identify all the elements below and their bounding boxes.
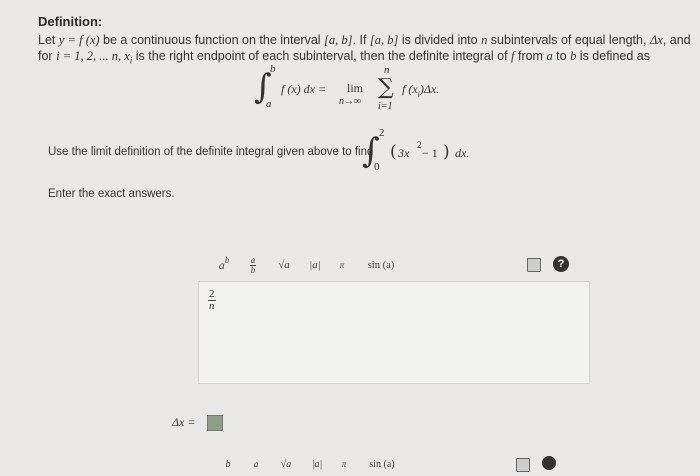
integrand-exponent: 2 [417,140,422,150]
fraction-button[interactable]: a b [244,253,262,277]
trash-icon[interactable] [527,258,541,272]
sin-label: sin (a) [367,259,395,271]
interval: [a, b] [369,33,399,47]
help-icon[interactable] [542,456,556,470]
left-paren: ( [390,142,397,162]
fraction-numerator: a [249,254,257,266]
integrand-base: 3x [398,146,410,160]
math-toolbar: ab a b √a |a| π sin (a) ? [198,251,588,279]
exact-answers-label: Enter the exact answers. [48,188,175,200]
pi-label: π [341,459,347,469]
abs-label: |a| [311,458,323,470]
summand: f (xi)Δx. [402,82,439,98]
abs-button[interactable]: |a| [304,253,326,277]
sigma-icon: ∑ [378,75,394,100]
text: . If [352,33,370,47]
sin-button[interactable]: sin (a) [362,452,402,476]
interval: [a, b] [324,33,353,47]
text: from [514,49,547,63]
pi-button[interactable]: π [333,253,351,277]
definition-heading: Definition: [38,14,103,29]
function-expression: y = f (x) [58,33,100,47]
fraction-numerator: a [253,459,259,469]
summand-start: f (x [402,82,418,96]
delta-x-label: Δx = [172,415,196,429]
math-toolbar-2: b a √a |a| π sin (a) [198,452,588,476]
instruction: Use the limit definition of the definite… [48,146,373,158]
text: is defined as [576,49,650,63]
text: for [38,49,57,63]
sqrt-button[interactable]: √a [274,452,298,476]
trash-icon[interactable] [516,458,530,472]
right-paren: ) [443,142,450,162]
help-icon: ? [557,258,565,270]
upper-limit: 2 [379,127,385,139]
pi-label: π [339,260,345,270]
text: Let [38,33,59,47]
text: to [552,49,571,63]
fraction-button[interactable]: a [248,452,264,476]
fraction-denominator: b [250,264,256,275]
sum-lower: i=1 [378,101,393,112]
delta-x-symbol: Δx [649,33,663,47]
abs-button[interactable]: |a| [306,452,328,476]
power-button[interactable]: ab [212,253,236,277]
upper-limit: b [270,63,276,75]
limit-subscript: n→∞ [339,96,362,107]
definition-line-1: Let y = f (x) be a continuous function o… [38,33,691,48]
integrand-constant: − 1 [422,146,438,160]
answer-editor[interactable]: 2 n [198,281,590,384]
power-button[interactable]: b [216,452,240,476]
power-base: b [225,458,231,470]
fraction-denominator: n [209,300,215,312]
definition-formula: ∫ b a f (x) dx = lim n→∞ n ∑ i=1 f (xi)Δ… [250,63,510,114]
sqrt-label: √a [280,458,292,470]
sin-label: sin (a) [369,458,395,470]
index-values: i = 1, 2, ... n, x [56,49,130,63]
summand-end: )Δx. [419,82,440,96]
integrand: f (x) dx = [281,82,327,96]
pi-button[interactable]: π [335,452,353,476]
sqrt-button[interactable]: √a [272,253,296,277]
sin-button[interactable]: sin (a) [360,253,402,277]
text: be a continuous function on the interval [99,33,325,47]
lower-limit: 0 [374,161,380,173]
fraction-expression: 2 n [208,289,216,312]
abs-label: |a| [309,259,321,271]
text: subintervals of equal length, [487,33,650,47]
sqrt-label: √a [278,259,290,271]
target-integral: ∫ 2 0 ( 3x 2 − 1 ) dx. [360,127,500,174]
power-exponent: b [224,255,230,265]
differential: dx. [455,146,470,160]
answer-input-icon[interactable] [207,415,223,431]
text: is the right endpoint of each subinterva… [132,49,512,63]
text: is divided into [398,33,482,47]
instruction-text: Use the limit definition of the definite… [48,146,374,158]
text: , and [662,33,691,47]
limit-text: lim [347,81,364,95]
lower-limit: a [266,98,272,110]
help-button[interactable]: ? [553,256,569,272]
